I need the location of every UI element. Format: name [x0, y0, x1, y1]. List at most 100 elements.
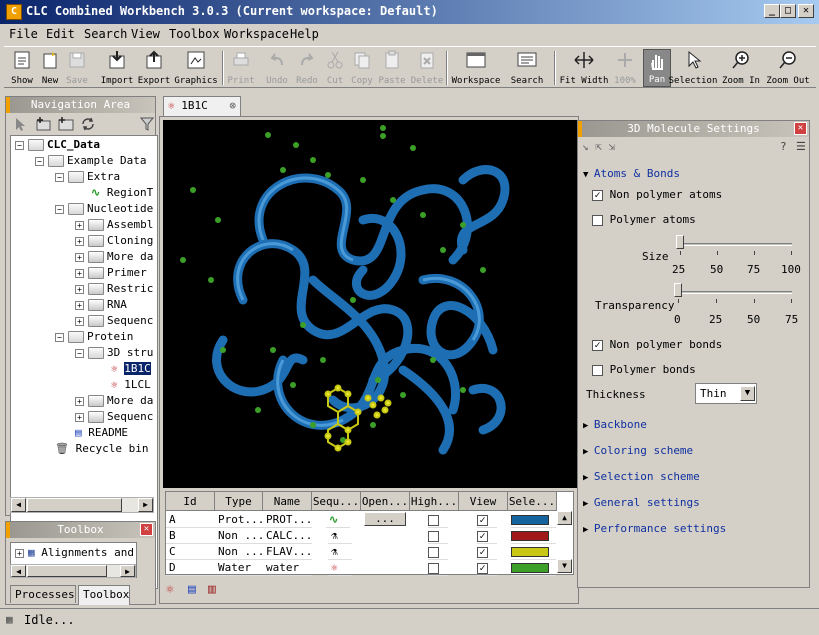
section-selection-scheme[interactable]: ▶ Selection scheme	[583, 470, 700, 483]
tree-item-cloning[interactable]: + Cloning	[75, 233, 153, 249]
scroll-right-icon[interactable]: ▶	[120, 565, 135, 577]
scroll-up-icon[interactable]: ▲	[557, 511, 572, 525]
toolbox-horizontal-scrollbar[interactable]: ◀ ▶	[10, 564, 136, 578]
thickness-dropdown[interactable]: Thin ▼	[695, 383, 757, 404]
scroll-left-icon[interactable]: ◀	[11, 565, 26, 577]
minimize-button[interactable]: _	[764, 4, 780, 18]
section-performance-settings[interactable]: ▶ Performance settings	[583, 522, 726, 535]
non-polymer-atoms-checkbox[interactable]: ✓ Non polymer atoms	[592, 188, 722, 201]
menu-help[interactable]: Help	[290, 27, 319, 41]
tree-item-1b1c[interactable]: ⚛ 1B1C	[111, 361, 151, 377]
view-checkbox[interactable]: ✓	[477, 544, 497, 560]
highlight-checkbox[interactable]	[428, 560, 448, 576]
scroll-right-icon[interactable]: ▶	[138, 498, 153, 512]
menu-edit[interactable]: Edit	[46, 27, 75, 41]
navigation-horizontal-scrollbar[interactable]: ◀ ▶	[10, 497, 154, 513]
settings-toolbar-icons[interactable]: ↘ ⇱ ⇲	[582, 140, 615, 153]
zoom-out-button[interactable]: Zoom Out	[766, 49, 810, 87]
molecule-3d-view[interactable]	[163, 120, 577, 488]
scroll-thumb[interactable]	[27, 565, 107, 577]
selection-color-swatch[interactable]	[511, 544, 556, 560]
tree-item-1lcl[interactable]: ⚛ 1LCL	[111, 377, 151, 393]
tree-item-clc-data[interactable]: − CLC_Data	[15, 137, 100, 153]
3d-view-icon[interactable]: ⚛	[166, 582, 174, 597]
tree-item-recycle-bin[interactable]: 🗑 Recycle bin (0	[55, 441, 157, 457]
tree-item-restriction[interactable]: + Restric	[75, 281, 153, 297]
tree-item-assembly[interactable]: + Assembl	[75, 217, 153, 233]
menu-toolbox[interactable]: Toolbox	[169, 27, 220, 41]
import-button[interactable]: Import	[100, 49, 134, 87]
selection-button[interactable]: Selection	[669, 49, 717, 87]
refresh-icon[interactable]	[80, 116, 96, 132]
highlight-checkbox[interactable]	[428, 544, 448, 560]
menu-search[interactable]: Search	[84, 27, 127, 41]
workspace-button[interactable]: Workspace	[452, 49, 500, 87]
column-header-name[interactable]: Name	[263, 492, 312, 511]
tree-item-readme[interactable]: ▤ README	[75, 425, 128, 441]
zoom-in-button[interactable]: Zoom In	[722, 49, 760, 87]
menu-view[interactable]: View	[131, 27, 160, 41]
tree-item-sequences[interactable]: + Sequenc	[75, 313, 153, 329]
column-header-type[interactable]: Type	[215, 492, 263, 511]
scroll-down-icon[interactable]: ▼	[557, 559, 572, 573]
settings-menu-icon[interactable]: ☰	[796, 140, 806, 153]
transparency-slider-thumb[interactable]	[674, 283, 682, 297]
transparency-slider[interactable]	[678, 291, 792, 294]
size-slider[interactable]	[680, 243, 792, 246]
column-header-selection[interactable]: Sele...	[508, 492, 557, 511]
tree-item-protein[interactable]: − Protein	[55, 329, 133, 345]
history-view-icon[interactable]: ▥	[208, 582, 216, 597]
selection-color-swatch[interactable]	[511, 512, 556, 528]
open-button[interactable]: ...	[364, 512, 406, 526]
menu-file[interactable]: File	[9, 27, 38, 41]
highlight-checkbox[interactable]	[428, 512, 448, 528]
non-polymer-bonds-checkbox[interactable]: ✓ Non polymer bonds	[592, 338, 722, 351]
fit-width-button[interactable]: Fit Width	[560, 49, 608, 87]
polymer-atoms-checkbox[interactable]: Polymer atoms	[592, 213, 696, 226]
tree-item-sequences-protein[interactable]: + Sequenc	[75, 409, 153, 425]
column-header-id[interactable]: Id	[166, 492, 215, 511]
column-header-sequence[interactable]: Sequ...	[312, 492, 361, 511]
view-checkbox[interactable]: ✓	[477, 528, 497, 544]
tab-close-icon[interactable]: ⊗	[229, 97, 236, 115]
tree-item-extra[interactable]: − Extra	[55, 169, 120, 185]
scroll-left-icon[interactable]: ◀	[11, 498, 26, 512]
column-header-view[interactable]: View	[459, 492, 508, 511]
tree-item-3d-structures[interactable]: −3D stru	[75, 345, 153, 361]
filter-icon[interactable]	[140, 116, 154, 132]
view-checkbox[interactable]: ✓	[477, 512, 497, 528]
size-slider-thumb[interactable]	[676, 235, 684, 249]
tab-toolbox[interactable]: Toolbox	[78, 585, 130, 605]
tree-item-rna[interactable]: + RNA	[75, 297, 127, 313]
tree-item-primer[interactable]: + Primer	[75, 265, 147, 281]
toolbox-item-alignments[interactable]: + ▦ Alignments and	[15, 545, 134, 561]
delete-button[interactable]: Delete	[410, 49, 444, 87]
print-button[interactable]: Print	[227, 49, 255, 87]
highlight-checkbox[interactable]	[428, 528, 448, 544]
toolbox-close-icon[interactable]: ✕	[140, 523, 153, 536]
table-view-icon[interactable]: ▤	[188, 582, 196, 597]
section-backbone[interactable]: ▶ Backbone	[583, 418, 647, 431]
new-folder-icon[interactable]	[58, 116, 74, 132]
chevron-down-icon[interactable]: ▼	[740, 386, 755, 401]
scroll-thumb[interactable]	[27, 498, 122, 512]
tree-item-more-data-protein[interactable]: + More da	[75, 393, 153, 409]
close-button[interactable]: ✕	[798, 4, 814, 18]
export-button[interactable]: Export	[137, 49, 171, 87]
collapse-icon[interactable]	[14, 117, 26, 131]
section-coloring-scheme[interactable]: ▶ Coloring scheme	[583, 444, 693, 457]
save-button[interactable]: Save	[64, 49, 90, 87]
column-header-highlight[interactable]: High...	[410, 492, 459, 511]
section-atoms-bonds[interactable]: ▼ Atoms & Bonds	[583, 167, 680, 180]
tab-processes[interactable]: Processes	[10, 585, 76, 603]
search-button[interactable]: Search	[507, 49, 547, 87]
paste-button[interactable]: Paste	[378, 49, 406, 87]
help-icon[interactable]: ?	[780, 140, 787, 153]
polymer-bonds-checkbox[interactable]: Polymer bonds	[592, 363, 696, 376]
add-folder-icon[interactable]	[36, 116, 52, 132]
menu-workspace[interactable]: Workspace	[224, 27, 289, 41]
tree-item-regiont[interactable]: ∿ RegionT	[91, 185, 153, 201]
selection-color-swatch[interactable]	[511, 560, 556, 576]
graphics-button[interactable]: Graphics	[174, 49, 218, 87]
tree-item-more-data[interactable]: + More da	[75, 249, 153, 265]
